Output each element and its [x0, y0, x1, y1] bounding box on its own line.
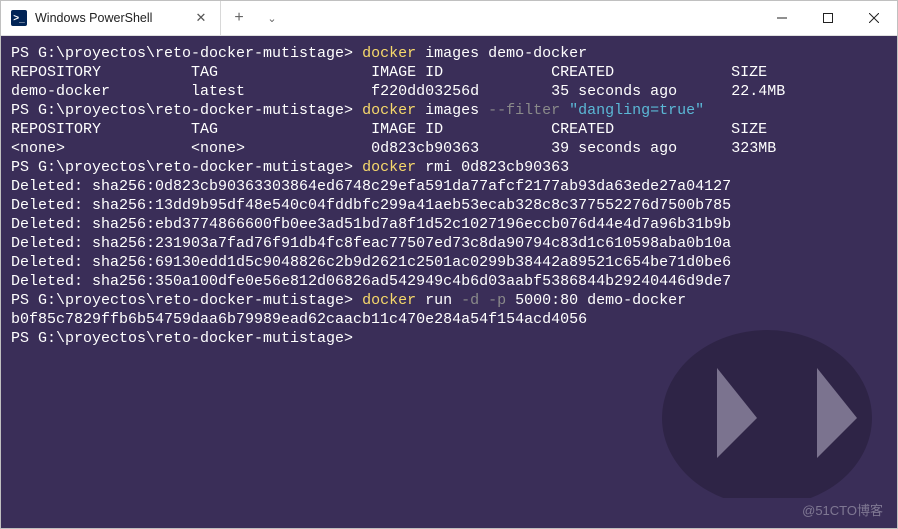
terminal-line: b0f85c7829ffb6b54759daa6b79989ead62caacb…: [11, 310, 887, 329]
terminal-line: PS G:\proyectos\reto-docker-mutistage> d…: [11, 158, 887, 177]
terminal-line: Deleted: sha256:13dd9b95df48e540c04fddbf…: [11, 196, 887, 215]
new-tab-button[interactable]: +: [221, 1, 257, 35]
minimize-button[interactable]: [759, 1, 805, 35]
table-header: REPOSITORY TAG IMAGE ID CREATED SIZE: [11, 63, 887, 82]
terminal-line: Deleted: sha256:231903a7fad76f91db4fc8fe…: [11, 234, 887, 253]
close-tab-icon[interactable]: ✕: [192, 9, 210, 27]
terminal-line: Deleted: sha256:ebd3774866600fb0ee3ad51b…: [11, 215, 887, 234]
terminal-line: PS G:\proyectos\reto-docker-mutistage> d…: [11, 291, 887, 310]
terminal-line: Deleted: sha256:0d823cb90363303864ed6748…: [11, 177, 887, 196]
close-window-button[interactable]: [851, 1, 897, 35]
tab-dropdown-icon[interactable]: ⌄: [257, 1, 287, 35]
titlebar: >_ Windows PowerShell ✕ + ⌄: [1, 1, 897, 36]
table-row: <none> <none> 0d823cb90363 39 seconds ag…: [11, 139, 887, 158]
window-frame: >_ Windows PowerShell ✕ + ⌄ PS G:\proyec…: [0, 0, 898, 529]
terminal[interactable]: PS G:\proyectos\reto-docker-mutistage> d…: [1, 36, 897, 528]
terminal-line: PS G:\proyectos\reto-docker-mutistage> d…: [11, 44, 887, 63]
terminal-line: PS G:\proyectos\reto-docker-mutistage> d…: [11, 101, 887, 120]
watermark: @51CTO博客: [802, 501, 883, 520]
powershell-icon: >_: [11, 10, 27, 26]
table-row: demo-docker latest f220dd03256d 35 secon…: [11, 82, 887, 101]
terminal-line: Deleted: sha256:69130edd1d5c9048826c2b9d…: [11, 253, 887, 272]
terminal-line: Deleted: sha256:350a100dfe0e56e812d06826…: [11, 272, 887, 291]
maximize-icon: [823, 13, 833, 23]
close-icon: [869, 13, 879, 23]
tab-label: Windows PowerShell: [35, 11, 184, 25]
table-header: REPOSITORY TAG IMAGE ID CREATED SIZE: [11, 120, 887, 139]
window-controls: [759, 1, 897, 35]
terminal-line: PS G:\proyectos\reto-docker-mutistage>: [11, 329, 887, 348]
minimize-icon: [777, 13, 787, 23]
titlebar-spacer: [287, 1, 759, 35]
tab-powershell[interactable]: >_ Windows PowerShell ✕: [1, 1, 221, 35]
maximize-button[interactable]: [805, 1, 851, 35]
